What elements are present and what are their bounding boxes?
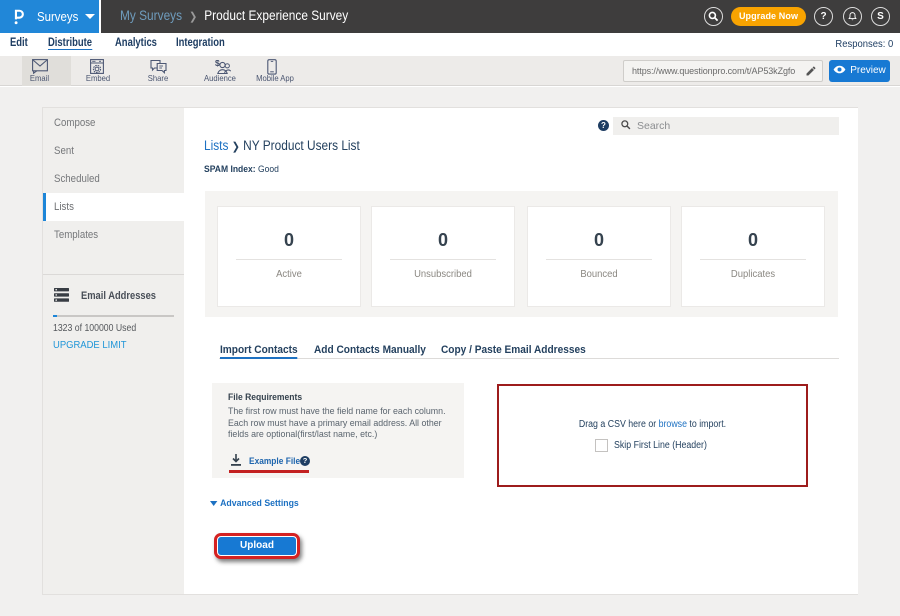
svg-text:$: $ xyxy=(215,59,220,68)
